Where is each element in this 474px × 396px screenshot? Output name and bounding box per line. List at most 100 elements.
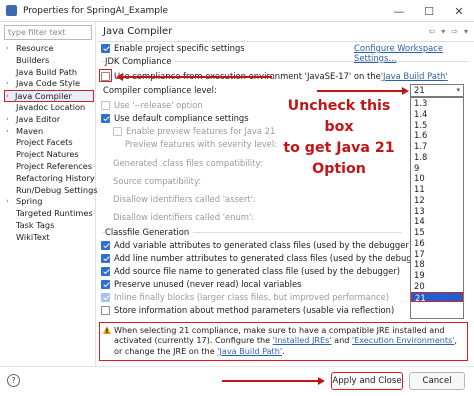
java-build-path-link[interactable]: 'Java Build Path': [381, 71, 448, 81]
chevron-down-icon: ▾: [456, 86, 460, 94]
sidebar-item-java-compiler[interactable]: › Java Compiler: [4, 90, 94, 102]
sidebar-item-project-natures[interactable]: Project Natures: [0, 149, 96, 161]
opt-line-row[interactable]: Add line number attributes to generated …: [101, 253, 429, 263]
sidebar-item-builders[interactable]: Builders: [0, 55, 96, 67]
enable-specific-label: Enable project specific settings: [114, 43, 245, 53]
release-option-row: Use '--release' option: [101, 100, 203, 110]
default-settings-checkbox[interactable]: [101, 113, 110, 123]
opt-variable-checkbox[interactable]: [101, 240, 110, 250]
sidebar-item-wikitext[interactable]: WikiText: [0, 232, 96, 244]
opt-preserve-checkbox[interactable]: [101, 279, 110, 289]
dropdown-option[interactable]: 14: [411, 216, 463, 227]
expand-arrow-icon[interactable]: ›: [6, 43, 9, 55]
sidebar-item-label: Project Facets: [16, 137, 73, 148]
dropdown-option[interactable]: 18: [411, 259, 463, 270]
sidebar-item-spring[interactable]: › Spring: [0, 196, 96, 208]
configure-workspace-link[interactable]: Configure Workspace Settings...: [354, 43, 474, 63]
callout-line-1: Uncheck this box: [287, 98, 391, 135]
sidebar-item-label: Java Compiler: [15, 91, 72, 102]
opt-preserve-row[interactable]: Preserve unused (never read) local varia…: [101, 279, 302, 289]
preview-features-checkbox[interactable]: [113, 126, 122, 136]
opt-source-row[interactable]: Add source file name to generated class …: [101, 266, 400, 276]
arrowhead-left-icon: [116, 73, 123, 81]
help-icon[interactable]: ?: [7, 374, 20, 387]
compiler-page: Java Compiler ⇦ ▾ ⇨ ▾ Enable project spe…: [97, 22, 474, 366]
sidebar-item-targeted-runtimes[interactable]: Targeted Runtimes: [0, 208, 96, 220]
warning-icon: [103, 326, 111, 337]
sidebar-item-refactoring-history[interactable]: Refactoring History: [0, 173, 96, 185]
build-path-link[interactable]: 'Java Build Path': [217, 346, 282, 356]
enable-specific-row[interactable]: Enable project specific settings: [101, 43, 245, 53]
sidebar-item-java-editor[interactable]: › Java Editor: [0, 114, 96, 126]
default-settings-row[interactable]: Use default compliance settings: [101, 113, 249, 123]
dropdown-option[interactable]: 13: [411, 206, 463, 217]
dropdown-option[interactable]: 20: [411, 281, 463, 292]
sidebar-item-label: Spring: [16, 196, 43, 207]
dropdown-option[interactable]: 9: [411, 163, 463, 174]
maximize-icon[interactable]: ☐: [414, 0, 444, 22]
expand-arrow-icon[interactable]: ›: [6, 196, 9, 208]
compliance-level-combo[interactable]: 21 ▾: [410, 84, 464, 97]
sidebar-item-resource[interactable]: › Resource: [0, 43, 96, 55]
filter-input[interactable]: type filter text: [4, 25, 92, 40]
dropdown-option[interactable]: 1.8: [411, 152, 463, 163]
dropdown-option[interactable]: 1.3: [411, 98, 463, 109]
dropdown-option[interactable]: 1.7: [411, 141, 463, 152]
expand-arrow-icon[interactable]: ›: [6, 126, 9, 138]
dropdown-option[interactable]: 1.6: [411, 130, 463, 141]
sidebar-item-java-build-path[interactable]: Java Build Path: [0, 67, 96, 79]
sidebar-item-task-tags[interactable]: Task Tags: [0, 220, 96, 232]
dropdown-option[interactable]: 16: [411, 238, 463, 249]
close-icon[interactable]: ✕: [444, 0, 474, 22]
expand-arrow-icon[interactable]: ›: [6, 78, 9, 90]
cancel-button[interactable]: Cancel: [409, 372, 465, 390]
use-compliance-checkbox[interactable]: [101, 71, 110, 81]
navigation-panel: type filter text › Resource Builders Java B…: [0, 22, 98, 366]
apply-close-button[interactable]: Apply and Close: [331, 372, 403, 390]
dropdown-option[interactable]: 17: [411, 249, 463, 260]
dropdown-option[interactable]: 11: [411, 184, 463, 195]
jdk-compliance-group: JDK Compliance: [102, 56, 469, 66]
forward-arrow-icon[interactable]: ⇨: [451, 27, 458, 36]
sidebar-item-java-code-style[interactable]: › Java Code Style: [0, 78, 96, 90]
menu-chevron-icon[interactable]: ▾: [441, 27, 445, 36]
opt-inline-row: Inline finally blocks (larger class file…: [101, 292, 389, 302]
execution-environments-link[interactable]: 'Execution Environments': [352, 335, 455, 345]
sidebar-item-maven[interactable]: › Maven: [0, 126, 96, 138]
compliance-level-dropdown[interactable]: 1.3 1.4 1.5 1.6 1.7 1.8 9 10 11 12 13 14 15 16 17 18 19 2…: [410, 97, 464, 319]
warning-message: When selecting 21 compliance, make sure …: [99, 322, 468, 361]
sidebar-item-run-debug-settings[interactable]: Run/Debug Settings: [0, 185, 98, 197]
dropdown-option[interactable]: 21: [411, 291, 463, 303]
back-arrow-icon[interactable]: ⇦: [429, 27, 436, 36]
opt-line-checkbox[interactable]: [101, 253, 110, 263]
opt-method-params-checkbox[interactable]: [101, 305, 110, 315]
dropdown-option[interactable]: 10: [411, 173, 463, 184]
opt-method-params-row[interactable]: Store information about method parameter…: [101, 305, 394, 315]
sidebar-item-label: Project Natures: [16, 149, 79, 160]
menu-more-icon[interactable]: ▾: [464, 27, 468, 36]
sidebar-item-label: Targeted Runtimes: [16, 208, 93, 219]
sidebar-item-label: Maven: [16, 125, 44, 136]
enable-specific-checkbox[interactable]: [101, 43, 110, 53]
release-option-checkbox[interactable]: [101, 100, 110, 110]
generated-class-label: Generated .class files compatibility:: [113, 158, 263, 168]
sidebar-item-project-references[interactable]: Project References: [0, 161, 96, 173]
sidebar-item-javadoc-location[interactable]: Javadoc Location: [0, 102, 96, 114]
sidebar-item-label: Java Code Style: [16, 78, 81, 89]
dropdown-option[interactable]: 12: [411, 195, 463, 206]
opt-variable-row[interactable]: Add variable attributes to generated cla…: [101, 240, 412, 250]
opt-inline-checkbox[interactable]: [101, 292, 110, 302]
dropdown-option[interactable]: 1.5: [411, 120, 463, 131]
sidebar-item-project-facets[interactable]: Project Facets: [0, 137, 96, 149]
dropdown-option[interactable]: 19: [411, 270, 463, 281]
dropdown-option[interactable]: 1.4: [411, 109, 463, 120]
expand-arrow-icon[interactable]: ›: [6, 114, 9, 126]
jdk-section-label: JDK Compliance: [105, 56, 176, 66]
annotation-arrow-apply: [222, 380, 320, 382]
dropdown-option[interactable]: 15: [411, 227, 463, 238]
opt-source-checkbox[interactable]: [101, 266, 110, 276]
installed-jres-link[interactable]: 'Installed JREs': [273, 335, 332, 345]
minimize-icon[interactable]: —: [384, 0, 414, 22]
title-bar: Properties for SpringAI_Example — ☐ ✕: [0, 0, 474, 22]
callout-line-2: to get Java 21 Option: [283, 140, 395, 177]
